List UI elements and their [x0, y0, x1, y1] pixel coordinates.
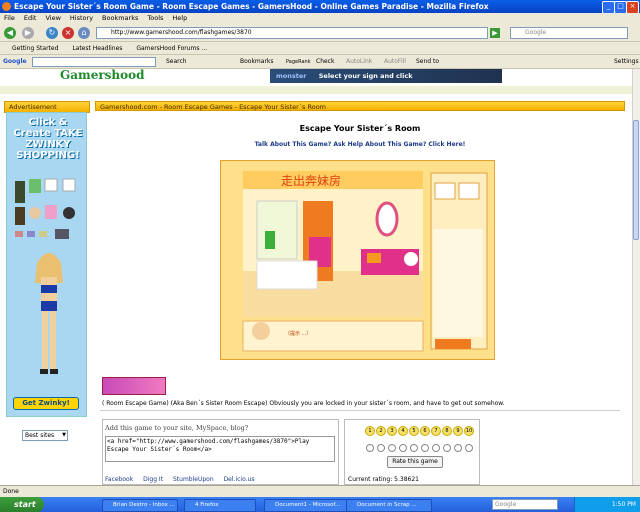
bookmark-gamershood-forums[interactable]: GamersHood Forums ... [136, 45, 207, 52]
window-title-bar: Escape Your Sister´s Room Game - Room Es… [0, 0, 640, 13]
menu-file[interactable]: File [4, 14, 15, 22]
start-button[interactable]: start [0, 497, 44, 512]
rating-number-9: 9 [453, 426, 463, 436]
rate-game-button[interactable]: Rate this game [387, 456, 443, 468]
rating-radio-7[interactable] [432, 444, 440, 452]
firefox-icon [2, 2, 11, 11]
search-input[interactable]: Google [510, 27, 628, 39]
rating-radio-2[interactable] [377, 444, 385, 452]
clock: 1:50 PM [611, 501, 636, 508]
rating-number-2: 2 [376, 426, 386, 436]
header-banner-ad[interactable]: monster Select your sign and click [270, 69, 502, 83]
menu-bar: File Edit View History Bookmarks Tools Help [0, 13, 640, 24]
rating-number-7: 7 [431, 426, 441, 436]
ad-title: Click & Create TAKE ZWINKY SHOPPING! [13, 117, 83, 161]
embed-box: Add this game to your site, MySpace, blo… [102, 419, 339, 485]
web-page: Gamershood monster Select your sign and … [0, 69, 632, 485]
game-thumbnail[interactable] [102, 377, 166, 395]
menu-history[interactable]: History [70, 14, 93, 22]
taskbar-search-input[interactable]: Google [492, 499, 558, 510]
header-strip [0, 86, 632, 94]
game-description: ( Room Escape Game) (Aka Ben´s Sister Ro… [102, 400, 505, 407]
rating-number-3: 3 [387, 426, 397, 436]
rating-number-4: 4 [398, 426, 408, 436]
google-settings-button[interactable]: Settings [614, 55, 639, 69]
embed-code-field[interactable]: <a href="http://www.gamershood.com/flash… [105, 436, 335, 462]
menu-view[interactable]: View [45, 14, 60, 22]
back-icon[interactable]: ◀ [4, 27, 16, 39]
rating-box: 1 2 3 4 5 6 7 8 9 10 Rate this game Curr… [344, 419, 480, 485]
rating-radio-3[interactable] [388, 444, 396, 452]
bookmark-getting-started[interactable]: Getting Started [12, 45, 58, 52]
menu-edit[interactable]: Edit [24, 14, 37, 22]
rating-radio-6[interactable] [421, 444, 429, 452]
best-sites-label: Best sites [25, 432, 55, 439]
window-title: Escape Your Sister´s Room Game - Room Es… [14, 2, 489, 11]
menu-bookmarks[interactable]: Bookmarks [102, 14, 138, 22]
google-check-button[interactable]: Check [316, 55, 334, 69]
dropdown-arrow-icon: ▼ [62, 432, 66, 438]
rating-number-10: 10 [464, 426, 474, 436]
status-text: Done [3, 488, 19, 495]
site-header: Gamershood monster Select your sign and … [0, 69, 632, 100]
rating-radio-5[interactable] [410, 444, 418, 452]
rating-radio-9[interactable] [454, 444, 462, 452]
best-sites-select[interactable]: Best sites ▼ [22, 430, 68, 441]
game-flash-area[interactable]: 走出奔妹房 （提示 ...） [220, 160, 495, 360]
google-sendto-button[interactable]: Send to [416, 55, 439, 69]
current-rating: Current rating: 5.38621 [348, 476, 419, 483]
ad-clothing-illustration [15, 178, 76, 374]
google-search-input[interactable] [32, 57, 156, 67]
embed-prompt: Add this game to your site, MySpace, blo… [105, 424, 249, 432]
rating-number-8: 8 [442, 426, 452, 436]
task-document-scrap[interactable]: Document in Scrap ... [346, 499, 432, 512]
rating-radio-1[interactable] [366, 444, 374, 452]
banner-text: Select your sign and click [318, 72, 413, 80]
task-firefox[interactable]: 4 Firefox [184, 499, 256, 512]
home-icon[interactable]: ⌂ [78, 27, 90, 39]
get-zwinky-button[interactable]: Get Zwinky! [13, 397, 79, 410]
breadcrumb[interactable]: Gamershood.com - Room Escape Games - Esc… [95, 101, 625, 111]
menu-tools[interactable]: Tools [147, 14, 163, 22]
delicious-link[interactable]: Del.icio.us [224, 476, 255, 483]
reload-icon[interactable]: ↻ [46, 27, 58, 39]
stumbleupon-link[interactable]: StumbleUpon [173, 476, 214, 483]
stop-icon[interactable]: × [62, 27, 74, 39]
forward-icon[interactable]: ▶ [22, 27, 34, 39]
google-logo: Google [3, 58, 27, 65]
banner-brand: monster [276, 72, 307, 80]
site-logo[interactable]: Gamershood [60, 69, 145, 83]
status-bar: Done [0, 485, 640, 497]
google-autofill-button[interactable]: AutoFill [384, 55, 406, 69]
facebook-link[interactable]: Facebook [105, 476, 133, 483]
social-links: Facebook Digg It StumbleUpon Del.icio.us [105, 476, 254, 483]
menu-help[interactable]: Help [172, 14, 187, 22]
bookmark-latest-headlines[interactable]: Latest Headlines [72, 45, 122, 52]
rating-radio-10[interactable] [465, 444, 473, 452]
digg-link[interactable]: Digg It [143, 476, 163, 483]
url-input[interactable]: http://www.gamershood.com/flashgames/387… [96, 27, 488, 39]
google-bookmarks-button[interactable]: Bookmarks [240, 55, 274, 69]
google-pagerank: PageRank [286, 59, 311, 65]
talk-about-game-link[interactable]: Talk About This Game? Ask Help About Thi… [95, 141, 625, 148]
game-scene-illustration: 走出奔妹房 （提示 ...） [221, 161, 494, 359]
rating-number-1: 1 [365, 426, 375, 436]
task-brian-destro-inbox[interactable]: Brian Destro - Inbox ... [102, 499, 178, 512]
task-document1-word[interactable]: Document1 - Microsof... [264, 499, 350, 512]
zwinky-ad[interactable]: Click & Create TAKE ZWINKY SHOPPING! Get… [6, 112, 87, 417]
rating-radio-4[interactable] [399, 444, 407, 452]
game-title: Escape Your Sister´s Room [299, 124, 421, 133]
game-logo-text: 走出奔妹房 [281, 173, 341, 188]
divider [100, 410, 620, 411]
game-dialog-text: （提示 ...） [285, 330, 311, 337]
google-search-button[interactable]: Search [166, 55, 187, 69]
go-icon[interactable]: ▶ [490, 28, 500, 38]
scrollbar-thumb[interactable] [633, 120, 639, 240]
rating-radio-8[interactable] [443, 444, 451, 452]
system-tray: 1:50 PM [574, 497, 640, 512]
rating-number-5: 5 [409, 426, 419, 436]
rating-number-6: 6 [420, 426, 430, 436]
bookmarks-toolbar: Getting Started Latest Headlines GamersH… [0, 42, 640, 55]
google-autolink-button[interactable]: AutoLink [346, 55, 372, 69]
